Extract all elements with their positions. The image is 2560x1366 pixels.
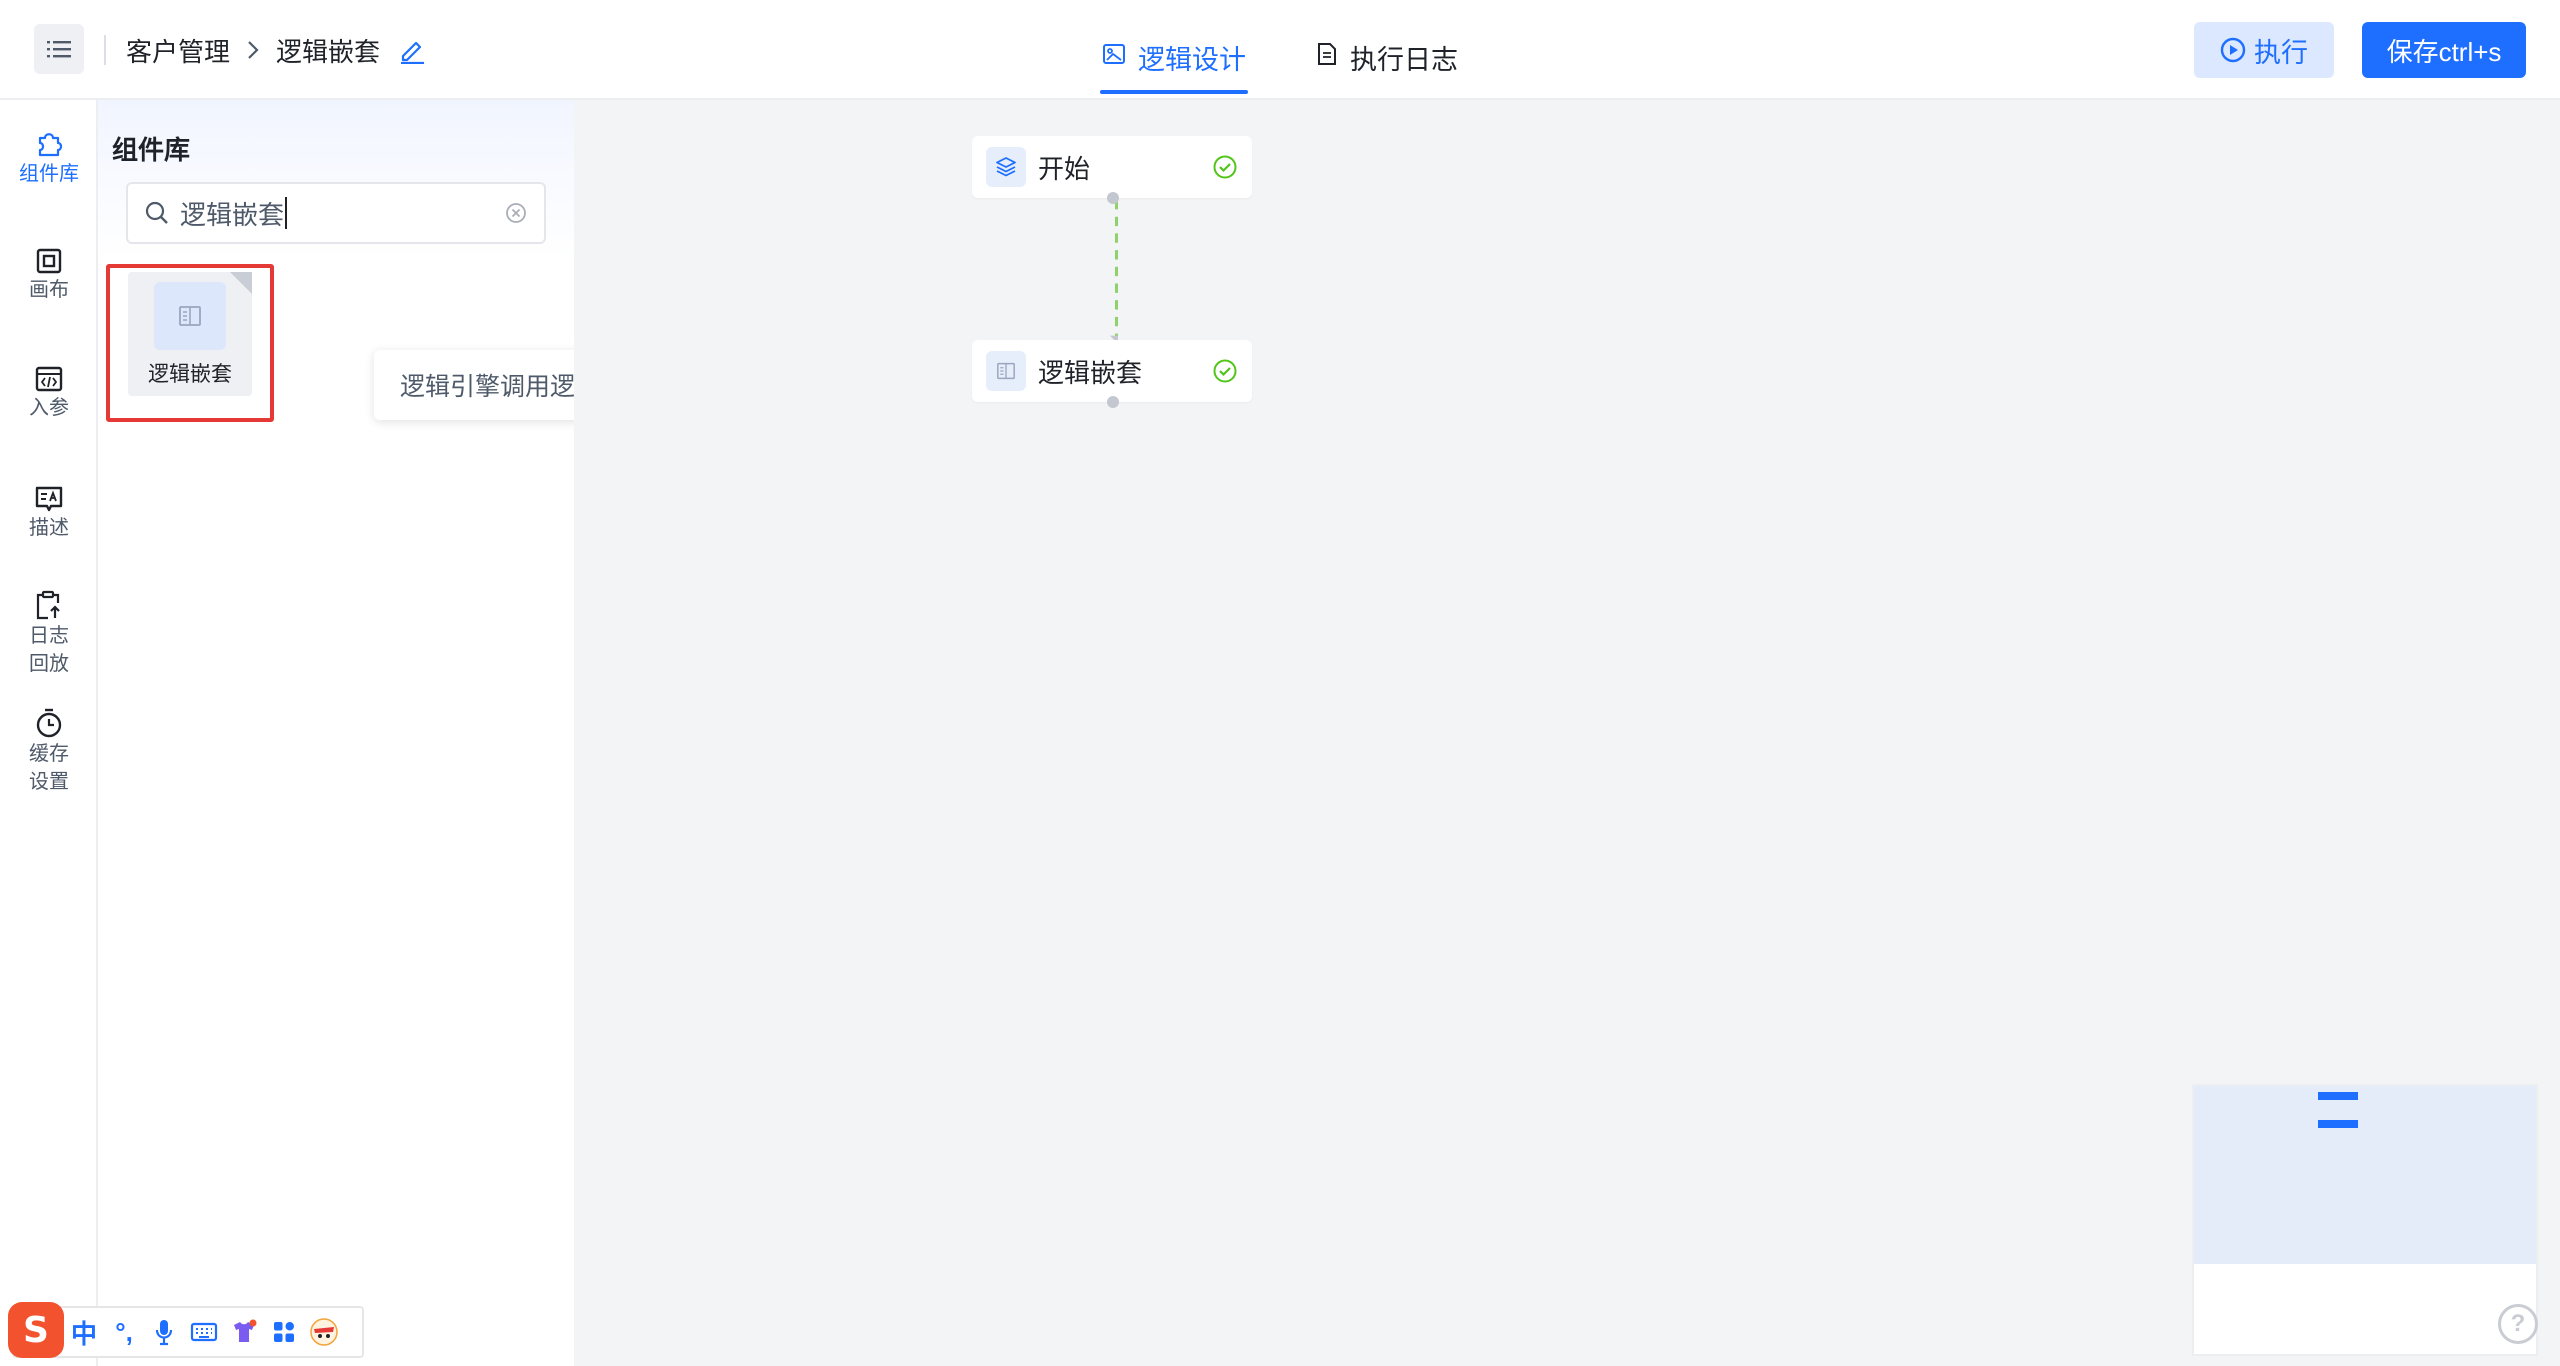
canvas-icon [36, 248, 62, 274]
avatar-icon[interactable] [304, 1308, 344, 1356]
rail-item-canvas[interactable]: 画布 [0, 248, 98, 304]
rail-item-components-label: 组件库 [19, 163, 79, 185]
canvas-minimap[interactable] [2192, 1084, 2538, 1356]
layers-icon [986, 147, 1026, 187]
rail-item-log-replay-label-line1: 日志 [29, 625, 69, 647]
menu-toggle-button[interactable] [34, 24, 84, 74]
flow-node-logic-nesting-label: 逻辑嵌套 [1038, 357, 1143, 388]
node-output-port[interactable] [1107, 192, 1119, 204]
help-icon[interactable]: ? [2498, 1304, 2538, 1344]
microphone-icon[interactable] [144, 1308, 184, 1356]
minimap-node [2318, 1120, 2358, 1128]
check-circle-icon [1212, 154, 1238, 180]
flow-node-logic-nesting[interactable]: 逻辑嵌套 [972, 340, 1252, 402]
rail-item-log-replay-label-line2: 回放 [29, 653, 69, 675]
ime-language-toggle[interactable]: 中 [64, 1308, 104, 1356]
breadcrumb-current: 逻辑嵌套 [276, 36, 381, 67]
component-library-panel: 组件库 逻辑嵌套 逻辑嵌套 逻辑引擎调用逻辑引擎 [98, 100, 674, 1366]
chevron-right-icon [246, 40, 260, 60]
rail-item-params-label: 入参 [29, 397, 69, 419]
rail-item-cache-settings-label-line1: 缓存 [29, 743, 69, 765]
rail-item-cache-settings-label-line2: 设置 [29, 771, 69, 793]
breadcrumb-divider [104, 35, 106, 65]
ime-toolbar: S 中 °, [8, 1302, 364, 1358]
minimap-viewport[interactable] [2194, 1086, 2536, 1264]
tab-execution-log-label: 执行日志 [1350, 45, 1458, 75]
rail-item-log-replay[interactable]: 日志 回放 [0, 590, 98, 678]
view-tabs: 逻辑设计 执行日志 [1100, 22, 1460, 94]
flow-edge [1110, 200, 1118, 344]
clear-circle-icon[interactable] [504, 201, 528, 225]
panel-title: 组件库 [112, 135, 191, 165]
book-icon [986, 351, 1026, 391]
image-frame-icon [1103, 44, 1125, 64]
search-value: 逻辑嵌套 [180, 199, 285, 230]
component-search-input[interactable]: 逻辑嵌套 [126, 182, 546, 244]
breadcrumb: 客户管理 逻辑嵌套 [104, 28, 426, 72]
rail-item-description[interactable]: 描述 [0, 486, 98, 542]
text-image-icon [35, 486, 63, 512]
side-rail: 组件库 画布 入参 描述 日志 回放 缓存 设置 [0, 100, 98, 1366]
rail-item-description-label: 描述 [29, 517, 69, 539]
run-button-label: 执行 [2254, 37, 2308, 68]
rail-item-canvas-label: 画布 [29, 279, 69, 301]
skin-icon[interactable] [224, 1308, 264, 1356]
ime-punctuation-toggle[interactable]: °, [104, 1308, 144, 1356]
rail-item-components[interactable]: 组件库 [0, 128, 98, 188]
timer-icon [36, 708, 62, 738]
minimap-node [2318, 1092, 2358, 1100]
tab-execution-log[interactable]: 执行日志 [1314, 30, 1460, 96]
top-bar: 客户管理 逻辑嵌套 逻辑设计 执行日志 执行 保存ctrl+s [0, 0, 2560, 100]
component-card-label: 逻辑嵌套 [148, 363, 232, 386]
card-corner-marker [230, 272, 252, 294]
save-button[interactable]: 保存ctrl+s [2362, 22, 2526, 78]
text-caret [285, 197, 288, 229]
rail-item-params[interactable]: 入参 [0, 366, 98, 422]
tab-logic-design[interactable]: 逻辑设计 [1100, 30, 1248, 96]
code-window-icon [35, 366, 63, 392]
list-icon [47, 41, 71, 58]
check-circle-icon [1212, 358, 1238, 384]
flow-node-start-label: 开始 [1038, 153, 1091, 184]
puzzle-icon [38, 133, 63, 157]
ime-logo[interactable]: S [8, 1302, 64, 1358]
apps-icon[interactable] [264, 1308, 304, 1356]
tab-logic-design-label: 逻辑设计 [1138, 45, 1246, 75]
run-button[interactable]: 执行 [2194, 22, 2334, 78]
log-replay-icon [36, 590, 60, 620]
flow-node-start[interactable]: 开始 [972, 136, 1252, 198]
edit-pencil-icon[interactable] [398, 36, 426, 64]
book-icon [154, 282, 226, 350]
play-circle-icon [2220, 37, 2246, 63]
component-card-logic-nesting[interactable]: 逻辑嵌套 [128, 272, 252, 396]
keyboard-icon[interactable] [184, 1308, 224, 1356]
document-icon [1318, 43, 1336, 65]
breadcrumb-parent[interactable]: 客户管理 [126, 32, 230, 69]
node-output-port[interactable] [1107, 396, 1119, 408]
rail-item-cache-settings[interactable]: 缓存 设置 [0, 708, 98, 796]
search-icon [145, 201, 168, 224]
